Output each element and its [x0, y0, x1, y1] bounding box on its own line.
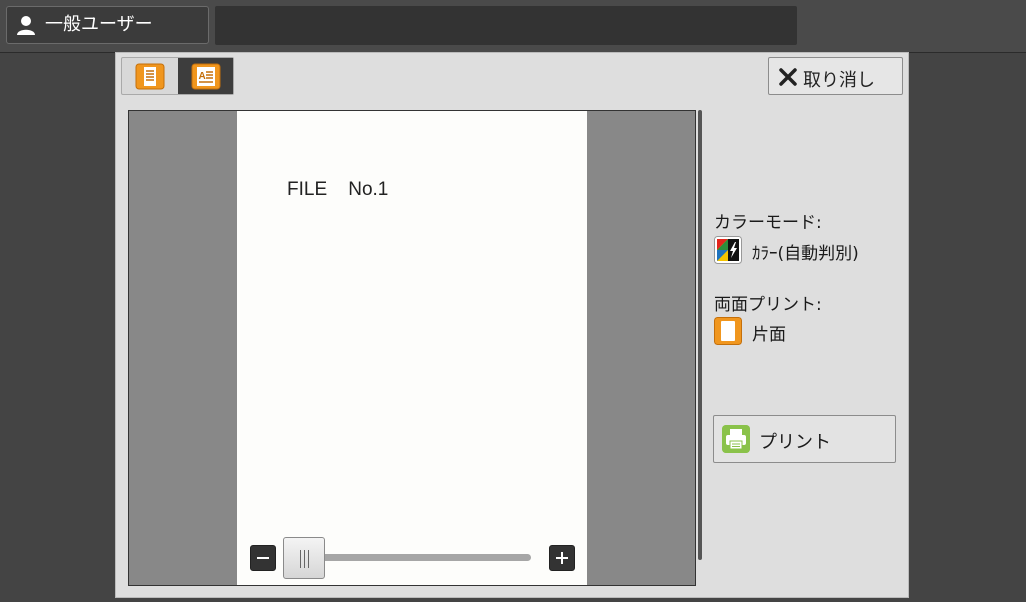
user-button[interactable]: 一般ユーザー	[6, 6, 209, 44]
page-text: FILE No.1	[287, 179, 389, 200]
zoom-slider-thumb[interactable]	[283, 537, 325, 579]
grip-line	[308, 550, 309, 568]
document-text-icon: A	[191, 63, 221, 90]
close-icon	[779, 68, 797, 86]
duplex-label: 両面プリント:	[714, 295, 822, 315]
zoom-out-button[interactable]	[250, 545, 276, 571]
print-label: プリント	[759, 432, 831, 453]
top-bar: 一般ユーザー	[0, 0, 1026, 53]
person-icon	[17, 16, 35, 35]
grip-line	[300, 550, 301, 568]
zoom-slider-track[interactable]	[289, 554, 531, 561]
view-mode-toggle: A	[121, 57, 234, 95]
message-bar	[215, 6, 797, 45]
color-mode-label: カラーモード:	[714, 213, 822, 233]
printer-icon	[722, 425, 750, 453]
cancel-button[interactable]: 取り消し	[768, 57, 903, 95]
color-auto-icon	[714, 236, 742, 264]
document-page-icon	[135, 63, 165, 90]
view-mode-text-button[interactable]: A	[178, 58, 233, 94]
user-label: 一般ユーザー	[45, 14, 153, 35]
grip-line	[304, 550, 305, 568]
print-button[interactable]: プリント	[713, 415, 896, 463]
cancel-label: 取り消し	[803, 70, 875, 91]
svg-text:A: A	[199, 71, 206, 82]
duplex-value: 片面	[752, 325, 786, 345]
zoom-in-button[interactable]	[549, 545, 575, 571]
view-mode-page-button[interactable]	[122, 58, 177, 94]
print-preview-dialog: A 取り消し FILE No.1 カラーモード: ｶﾗｰ(自動判別) 両面プリン…	[115, 52, 909, 598]
preview-scrollbar[interactable]	[698, 110, 702, 560]
single-sided-icon	[714, 317, 742, 345]
preview-area[interactable]: FILE No.1	[128, 110, 696, 586]
color-mode-value: ｶﾗｰ(自動判別)	[752, 244, 859, 264]
preview-page: FILE No.1	[237, 111, 587, 585]
